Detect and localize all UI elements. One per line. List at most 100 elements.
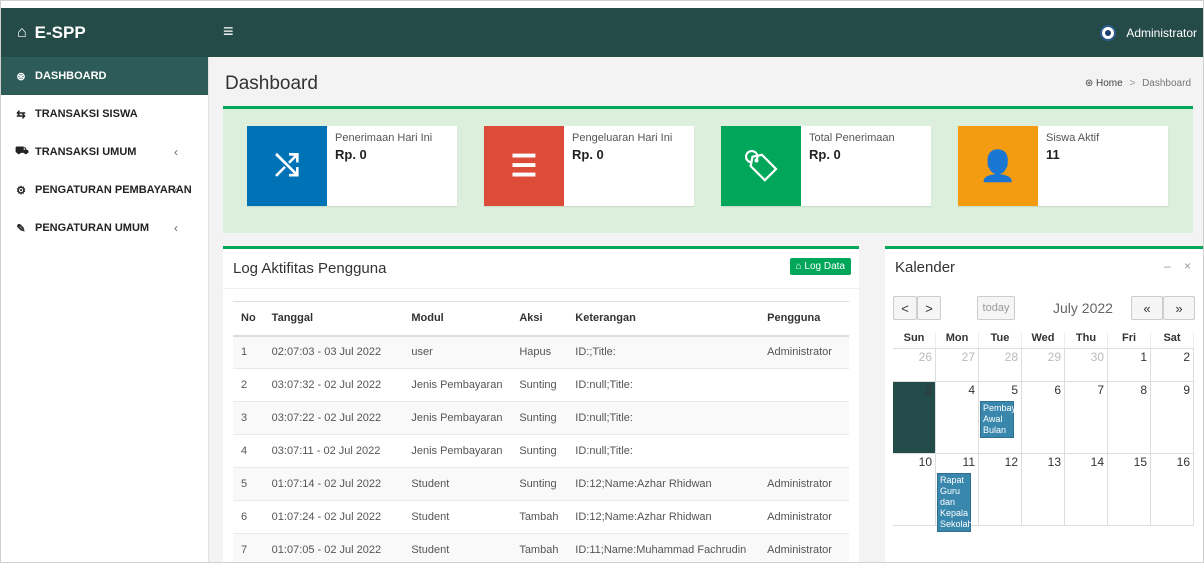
table-cell: 01:07:05 - 02 Jul 2022 — [263, 533, 404, 562]
table-cell: Hapus — [511, 335, 568, 369]
close-icon[interactable]: × — [1184, 259, 1191, 273]
stat-text: Siswa Aktif 11 — [1038, 126, 1099, 206]
sidebar-toggle-icon[interactable]: ≡ — [223, 21, 234, 42]
table-cell: 7 — [233, 533, 264, 562]
dashboard-icon: ⊛ — [1084, 78, 1094, 89]
wrench-icon: ✎ — [16, 222, 26, 235]
stat-text: Total Penerimaan Rp. 0 — [801, 126, 895, 206]
chevron-left-icon: ‹ — [174, 221, 178, 235]
page-title: Dashboard — [225, 73, 318, 94]
day-number: 29 — [1047, 350, 1061, 364]
today-button[interactable]: today — [977, 296, 1015, 320]
day-number: 26 — [918, 350, 932, 364]
log-data-button[interactable]: ⌂ Log Data — [789, 258, 851, 275]
calendar-day[interactable]: 7 — [1065, 382, 1108, 453]
calendar-event[interactable]: Rapat Guru dan Kepala Sekolah — [937, 473, 973, 532]
table-cell: Jenis Pembayaran — [403, 368, 512, 402]
calendar-day[interactable]: 11 Rapat Guru dan Kepala Sekolah — [936, 454, 979, 532]
exchange-icon: ⇆ — [16, 108, 26, 121]
sidebar-item-pengaturan-pembayaran[interactable]: ⚙ PENGATURAN PEMBAYARAN ‹ — [1, 171, 208, 209]
column-header[interactable]: Keterangan — [567, 301, 760, 337]
day-number: 13 — [1047, 455, 1061, 469]
calendar-day[interactable]: 27 — [936, 349, 979, 381]
calendar-day[interactable]: 14 — [1065, 454, 1108, 525]
next-month-button[interactable]: > — [917, 296, 941, 320]
next-year-button[interactable]: » — [1163, 296, 1195, 320]
calendar-day[interactable]: 10 — [893, 454, 936, 525]
weekday-label: Tue — [979, 332, 1022, 348]
calendar-day[interactable]: 6 — [1022, 382, 1065, 453]
calendar-day[interactable]: 26 — [893, 349, 936, 381]
column-header[interactable]: Tanggal — [263, 301, 404, 337]
gear-icon: ⚙ — [16, 184, 26, 197]
calendar-day[interactable]: 5 Pembay Awal Bulan — [979, 382, 1022, 453]
calendar-month-title: July 2022 — [1053, 300, 1113, 316]
calendar-day[interactable]: 8 — [1108, 382, 1151, 453]
calendar-day[interactable]: 29 — [1022, 349, 1065, 381]
sidebar-item-transaksi-siswa[interactable]: ⇆ TRANSAKSI SISWA — [1, 95, 208, 133]
stat-value: Rp. 0 — [809, 147, 841, 162]
calendar-day[interactable]: 15 — [1108, 454, 1151, 525]
calendar-box-tools: – × — [1154, 259, 1191, 273]
calendar-day[interactable]: 3 — [893, 382, 936, 453]
sidebar-item-label: PENGATURAN PEMBAYARAN — [35, 184, 192, 196]
stat-card: 👤 Siswa Aktif 11 — [958, 126, 1168, 206]
calendar-day[interactable]: 9 — [1151, 382, 1194, 453]
sidebar-item-transaksi-umum[interactable]: ⛟ TRANSAKSI UMUM ‹ — [1, 133, 208, 171]
calendar-weekday-header: Sun Mon Tue Wed Thu Fri Sat — [893, 332, 1194, 349]
table-cell: 4 — [233, 434, 264, 468]
column-header[interactable]: Aksi — [511, 301, 568, 337]
activity-log-table: No Tanggal Modul Aksi Keterangan Pengguna 1 02… — [233, 301, 849, 562]
table-cell: 5 — [233, 467, 264, 501]
brand-logo[interactable]: ⌂ E-SPP — [1, 8, 209, 57]
calendar-event[interactable]: Pembay Awal Bulan — [980, 401, 1016, 438]
column-header[interactable]: Pengguna — [759, 301, 849, 337]
table-cell: ID:null;Title: — [567, 401, 760, 435]
sidebar: ⊛ DASHBOARD ⇆ TRANSAKSI SISWA ⛟ TRANSAKSI UMU… — [1, 57, 209, 562]
calendar-day[interactable]: 12 — [979, 454, 1022, 525]
stat-text: Penerimaan Hari Ini Rp. 0 — [327, 126, 432, 206]
calendar-day[interactable]: 4 — [936, 382, 979, 453]
main-content: Dashboard ⊛ Home > Dashboard ⤭ Penerimaan… — [209, 57, 1203, 562]
day-number: 16 — [1176, 455, 1190, 469]
calendar-day[interactable]: 30 — [1065, 349, 1108, 381]
table-row: 2 03:07:32 - 02 Jul 2022 Jenis Pembayaran S… — [233, 368, 849, 402]
breadcrumb-home[interactable]: Home — [1096, 78, 1123, 89]
calendar-day[interactable]: 13 — [1022, 454, 1065, 525]
breadcrumb-separator: > — [1129, 78, 1136, 89]
table-row: 1 02:07:03 - 03 Jul 2022 user Hapus ID:;Titl… — [233, 335, 849, 369]
minimize-icon[interactable]: – — [1164, 259, 1171, 273]
table-cell — [759, 434, 849, 468]
stats-panel: ⤭ Penerimaan Hari Ini Rp. 0 ☰ Pengeluaran Ha… — [223, 106, 1193, 233]
calendar-day[interactable]: 1 — [1108, 349, 1151, 381]
user-menu[interactable]: Administrator — [1100, 8, 1197, 57]
avatar — [1100, 24, 1117, 41]
calendar-day[interactable]: 2 — [1151, 349, 1194, 381]
prev-month-button[interactable]: < — [893, 296, 917, 320]
sidebar-item-pengaturan-umum[interactable]: ✎ PENGATURAN UMUM ‹ — [1, 209, 208, 247]
column-header[interactable]: No — [233, 301, 264, 337]
calendar-day[interactable]: 16 — [1151, 454, 1194, 525]
day-number: 12 — [1004, 455, 1018, 469]
stat-label: Pengeluaran Hari Ini — [572, 132, 673, 144]
day-number: 30 — [1090, 350, 1104, 364]
stat-text: Pengeluaran Hari Ini Rp. 0 — [564, 126, 672, 206]
table-cell: Jenis Pembayaran — [403, 401, 512, 435]
calendar-panel: Kalender – × < > today July 2022 « » Sun… — [885, 246, 1203, 562]
weekday-label: Sat — [1151, 332, 1194, 348]
day-number: 7 — [1097, 383, 1104, 397]
sidebar-item-dashboard[interactable]: ⊛ DASHBOARD — [1, 57, 208, 95]
day-number: 27 — [961, 350, 975, 364]
sidebar-item-label: PENGATURAN UMUM — [35, 222, 150, 234]
day-number: 14 — [1090, 455, 1104, 469]
prev-year-button[interactable]: « — [1131, 296, 1163, 320]
weekday-label: Wed — [1022, 332, 1065, 348]
table-cell: Administrator — [759, 533, 849, 562]
calendar-day[interactable]: 28 — [979, 349, 1022, 381]
chevron-left-icon: ‹ — [174, 183, 178, 197]
column-header[interactable]: Modul — [403, 301, 512, 337]
weekday-label: Sun — [893, 332, 936, 348]
table-row: 7 01:07:05 - 02 Jul 2022 Student Tambah ID:1… — [233, 533, 849, 562]
activity-log-panel: Log Aktifitas Pengguna ⌂ Log Data No Tang… — [223, 246, 859, 562]
calendar-toolbar: < > today July 2022 « » — [893, 296, 1195, 322]
